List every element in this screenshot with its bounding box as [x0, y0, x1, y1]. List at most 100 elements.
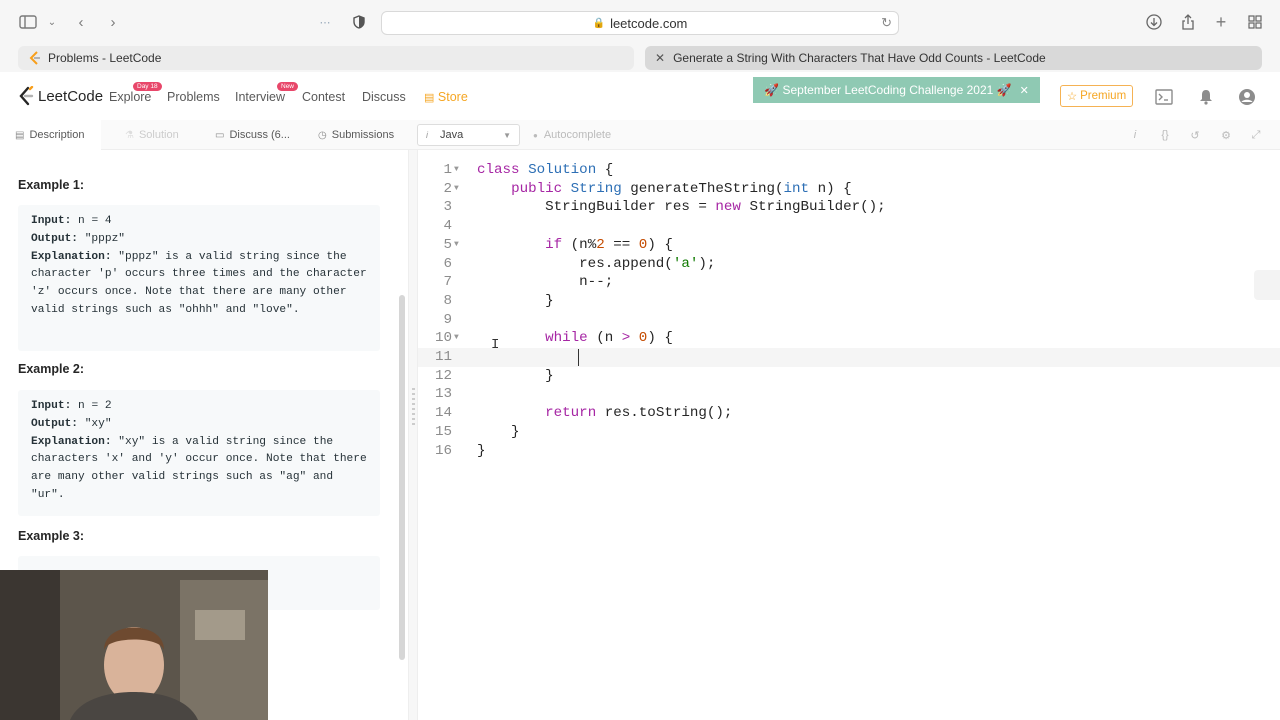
- mouse-ibeam-icon: I: [491, 337, 500, 353]
- share-icon[interactable]: [1177, 11, 1199, 33]
- extension-icon[interactable]: ⋯: [314, 11, 336, 33]
- tab-description[interactable]: ▤ Description: [0, 120, 101, 150]
- browser-tab-current[interactable]: ✕ Generate a String With Characters That…: [645, 46, 1262, 70]
- chevron-down-icon[interactable]: ⌄: [41, 11, 63, 33]
- line-number: 11: [434, 349, 452, 365]
- code-line[interactable]: 4: [418, 217, 1280, 236]
- line-number: 15: [434, 423, 452, 440]
- code-line[interactable]: 1 ▼ class Solution {: [418, 161, 1280, 180]
- clock-icon: ◷: [318, 129, 327, 141]
- scrollbar[interactable]: [399, 295, 405, 660]
- nav-label: Contest: [302, 90, 346, 104]
- braces-icon[interactable]: {}: [1157, 127, 1173, 143]
- close-icon[interactable]: ✕: [1020, 84, 1029, 97]
- browser-tab-title: Problems - LeetCode: [48, 51, 162, 65]
- code-line[interactable]: 10 ▼ while (n > 0) {: [418, 329, 1280, 348]
- example-heading: Example 3:: [18, 529, 85, 543]
- badge-new: New: [277, 82, 299, 91]
- code-line[interactable]: 15 }: [418, 423, 1280, 442]
- challenge-banner[interactable]: 🚀 September LeetCoding Challenge 2021 🚀 …: [753, 77, 1040, 103]
- info-icon[interactable]: i: [1127, 127, 1143, 143]
- code-text: while (n > 0) {: [545, 330, 673, 347]
- address-bar[interactable]: 🔒 leetcode.com ↻: [381, 11, 899, 35]
- tab-submissions[interactable]: ◷ Submissions: [318, 120, 394, 150]
- autocomplete-toggle[interactable]: ● Autocomplete: [533, 120, 611, 150]
- tab-solution[interactable]: ⚗ Solution: [125, 120, 179, 150]
- fullscreen-icon[interactable]: ⤢: [1248, 127, 1264, 143]
- playground-icon[interactable]: [1154, 87, 1174, 107]
- nav-contest[interactable]: Contest: [302, 90, 345, 104]
- example-label: Explanation:: [31, 250, 112, 263]
- example-label: Output:: [31, 232, 78, 245]
- example-text: n = 2: [71, 400, 112, 412]
- comment-icon: ▭: [215, 129, 225, 141]
- browser-tab-problems[interactable]: Problems - LeetCode: [18, 46, 634, 70]
- nav-discuss[interactable]: Discuss: [362, 90, 406, 104]
- code-line[interactable]: 5 ▼ if (n%2 == 0) {: [418, 236, 1280, 255]
- download-icon[interactable]: [1143, 11, 1165, 33]
- code-line[interactable]: 2 ▼ public String generateTheString(int n…: [418, 180, 1280, 199]
- example-heading: Example 1:: [18, 178, 85, 192]
- tab-overview-icon[interactable]: [1244, 11, 1266, 33]
- code-line[interactable]: 3 StringBuilder res = new StringBuilder(…: [418, 198, 1280, 217]
- reset-icon[interactable]: ↺: [1187, 127, 1203, 143]
- line-number: 13: [434, 386, 452, 403]
- language-select[interactable]: i Java ▼: [417, 124, 520, 146]
- leetcode-logo[interactable]: LeetCode: [18, 86, 103, 106]
- example-heading: Example 2:: [18, 362, 85, 376]
- code-line[interactable]: 13: [418, 385, 1280, 404]
- code-line[interactable]: 12 }: [418, 367, 1280, 386]
- chevron-down-icon: ▼: [503, 130, 511, 140]
- code-line[interactable]: 6 res.append('a');: [418, 255, 1280, 274]
- settings-icon[interactable]: ⚙: [1218, 127, 1234, 143]
- drag-handle-icon[interactable]: [412, 388, 415, 428]
- code-line[interactable]: 14 return res.toString();: [418, 404, 1280, 423]
- premium-button[interactable]: ☆ Premium: [1060, 85, 1133, 107]
- pane-splitter[interactable]: [408, 150, 418, 720]
- bell-icon[interactable]: [1196, 87, 1216, 107]
- reload-icon[interactable]: ↻: [881, 15, 892, 31]
- avatar-icon[interactable]: [1237, 87, 1257, 107]
- close-tab-icon[interactable]: ✕: [655, 51, 665, 65]
- fold-arrow-icon[interactable]: ▼: [454, 161, 464, 180]
- code-line[interactable]: 11: [418, 348, 1280, 367]
- fold-arrow-icon[interactable]: ▼: [454, 236, 464, 255]
- tab-label: Discuss (6...: [229, 129, 290, 141]
- browser-tab-strip: Problems - LeetCode ✕ Generate a String …: [0, 44, 1280, 72]
- example-text: n = 4: [71, 215, 112, 227]
- code-line[interactable]: 9: [418, 311, 1280, 330]
- nav-label: Problems: [167, 90, 220, 104]
- code-text: if (n%2 == 0) {: [545, 236, 673, 253]
- nav-interview[interactable]: Interview New: [235, 82, 299, 104]
- side-panel-handle[interactable]: [1254, 270, 1280, 300]
- code-line[interactable]: 7 n--;: [418, 273, 1280, 292]
- code-editor[interactable]: 1 ▼ class Solution {2 ▼ public String gener…: [418, 150, 1280, 720]
- fold-arrow-icon[interactable]: ▼: [454, 329, 464, 348]
- example-label: Explanation:: [31, 435, 112, 448]
- new-tab-icon[interactable]: +: [1210, 11, 1232, 33]
- code-text: class Solution {: [477, 162, 614, 178]
- nav-label: Interview: [235, 90, 286, 104]
- code-text: }: [477, 423, 520, 440]
- code-text: }: [477, 292, 554, 309]
- info-icon: i: [426, 130, 428, 140]
- line-number: 10: [434, 330, 452, 347]
- code-line[interactable]: 16}: [418, 442, 1280, 461]
- problem-subbar: ▤ Description ⚗ Solution ▭ Discuss (6...…: [0, 120, 1280, 150]
- code-text: return res.toString();: [545, 405, 733, 422]
- code-line[interactable]: 8 }: [418, 292, 1280, 311]
- webcam-overlay: [0, 570, 268, 720]
- nav-problems[interactable]: Problems: [167, 90, 220, 104]
- code-text: public String generateTheString(int n) {: [511, 180, 852, 197]
- back-icon[interactable]: ‹: [70, 11, 92, 33]
- nav-store[interactable]: ▤ Store: [424, 90, 468, 104]
- forward-icon[interactable]: ›: [102, 11, 124, 33]
- shield-icon[interactable]: [348, 11, 370, 33]
- example-box: Input: n = 2 Output: "xy" Explanation: "…: [18, 390, 380, 516]
- tab-discuss[interactable]: ▭ Discuss (6...: [215, 120, 290, 150]
- star-icon: ☆: [1066, 91, 1078, 103]
- fold-arrow-icon[interactable]: ▼: [454, 180, 464, 199]
- sidebar-toggle-icon[interactable]: [17, 11, 39, 33]
- nav-explore[interactable]: Explore Day 18: [109, 82, 162, 104]
- line-number: 4: [443, 218, 452, 235]
